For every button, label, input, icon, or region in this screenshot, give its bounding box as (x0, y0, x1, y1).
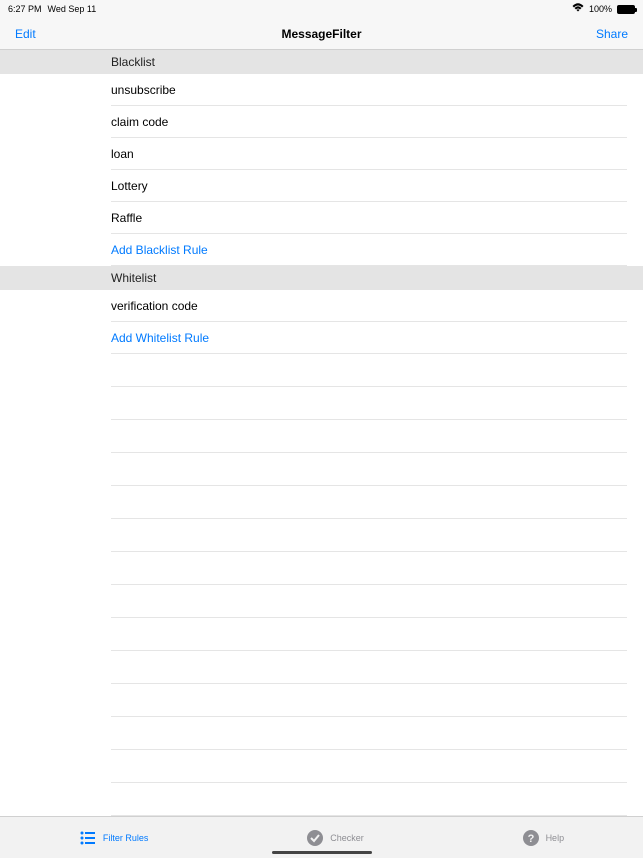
empty-row (0, 387, 643, 420)
empty-row (0, 717, 643, 750)
empty-row (0, 420, 643, 453)
status-battery-pct: 100% (589, 4, 612, 14)
empty-row (0, 552, 643, 585)
empty-row (0, 783, 643, 816)
list-item[interactable]: claim code (0, 106, 643, 138)
tab-label: Filter Rules (103, 833, 149, 843)
help-icon: ? (522, 829, 540, 847)
empty-row (0, 453, 643, 486)
empty-row (0, 519, 643, 552)
status-time: 6:27 PM (8, 4, 42, 14)
tab-help[interactable]: ? Help (522, 829, 565, 847)
section-header-blacklist: Blacklist (0, 50, 643, 74)
tab-label: Help (546, 833, 565, 843)
status-bar: 6:27 PM Wed Sep 11 100% (0, 0, 643, 18)
svg-text:?: ? (527, 833, 534, 845)
add-blacklist-button[interactable]: Add Blacklist Rule (0, 234, 643, 266)
list-item[interactable]: loan (0, 138, 643, 170)
share-button[interactable]: Share (596, 27, 628, 41)
wifi-icon (572, 3, 584, 15)
edit-button[interactable]: Edit (15, 27, 36, 41)
tab-filter-rules[interactable]: Filter Rules (79, 829, 149, 847)
empty-row (0, 585, 643, 618)
list-item[interactable]: unsubscribe (0, 74, 643, 106)
empty-row (0, 651, 643, 684)
tab-label: Checker (330, 833, 364, 843)
check-icon (306, 829, 324, 847)
tab-checker[interactable]: Checker (306, 829, 364, 847)
content-area: Blacklist unsubscribe claim code loan Lo… (0, 50, 643, 816)
empty-row (0, 750, 643, 783)
list-item[interactable]: Lottery (0, 170, 643, 202)
list-item[interactable]: Raffle (0, 202, 643, 234)
empty-row (0, 354, 643, 387)
status-date: Wed Sep 11 (48, 4, 97, 14)
empty-row (0, 618, 643, 651)
section-header-whitelist: Whitelist (0, 266, 643, 290)
list-item[interactable]: verification code (0, 290, 643, 322)
page-title: MessageFilter (281, 27, 361, 41)
empty-row (0, 486, 643, 519)
nav-bar: Edit MessageFilter Share (0, 18, 643, 50)
empty-row (0, 684, 643, 717)
status-left: 6:27 PM Wed Sep 11 (8, 4, 96, 14)
add-whitelist-button[interactable]: Add Whitelist Rule (0, 322, 643, 354)
battery-icon (617, 5, 635, 14)
list-icon (79, 829, 97, 847)
status-right: 100% (572, 3, 635, 15)
home-indicator[interactable] (272, 851, 372, 854)
